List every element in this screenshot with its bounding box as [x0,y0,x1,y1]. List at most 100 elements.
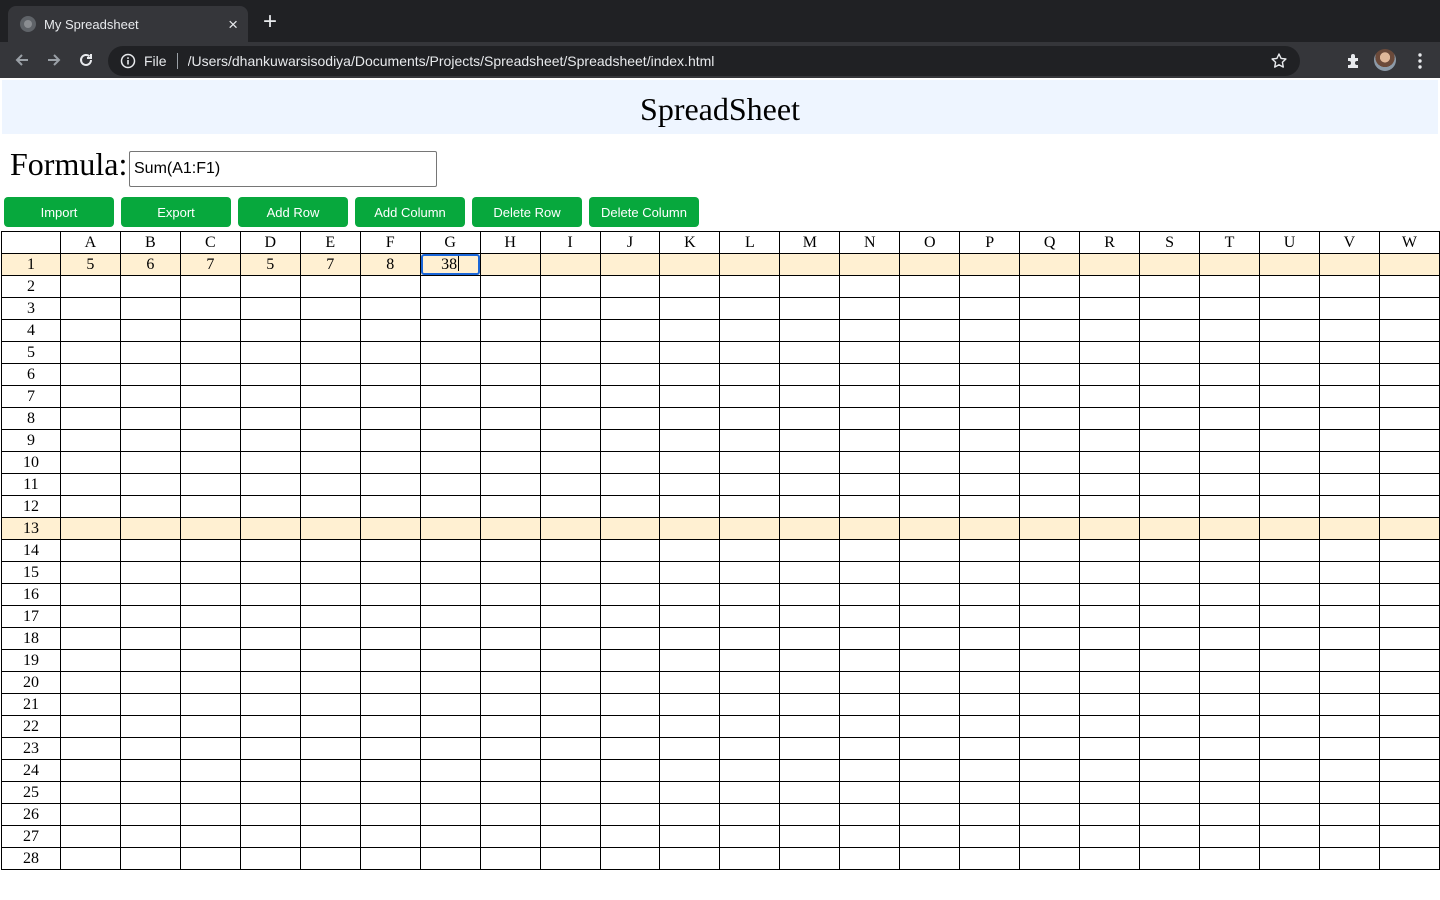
cell-w11[interactable] [1378,473,1440,496]
row-header[interactable]: 17 [1,605,61,628]
cell-u12[interactable] [1259,495,1320,518]
cell-o4[interactable] [899,319,961,342]
cell-n5[interactable] [839,341,901,364]
cell-a28[interactable] [59,847,121,870]
cell-a24[interactable] [59,759,121,782]
cell-d12[interactable] [239,495,301,518]
cell-k24[interactable] [659,759,721,782]
cell-c15[interactable] [179,561,241,584]
cell-t8[interactable] [1199,407,1261,430]
cell-v8[interactable] [1318,407,1380,430]
cell-u7[interactable] [1259,385,1320,408]
cell-m6[interactable] [779,363,841,386]
cell-i10[interactable] [539,451,601,474]
cell-g28[interactable] [419,847,481,870]
cell-j8[interactable] [599,407,661,430]
cell-u5[interactable] [1259,341,1320,364]
cell-d1[interactable]: 5 [239,253,301,276]
cell-h3[interactable] [479,297,541,320]
info-icon[interactable] [120,53,136,69]
cell-n27[interactable] [839,825,901,848]
cell-r13[interactable] [1079,517,1141,540]
cell-h19[interactable] [479,649,541,672]
cell-a11[interactable] [59,473,121,496]
cell-n13[interactable] [839,517,901,540]
cell-n7[interactable] [839,385,901,408]
cell-i26[interactable] [539,803,601,826]
cell-i18[interactable] [539,627,601,650]
cell-l24[interactable] [719,759,781,782]
cell-p21[interactable] [959,693,1021,716]
cell-f28[interactable] [359,847,421,870]
cell-g23[interactable] [419,737,481,760]
column-header-w[interactable]: W [1378,231,1440,254]
forward-button[interactable] [42,48,66,72]
row-header[interactable]: 26 [1,803,61,826]
cell-w5[interactable] [1378,341,1440,364]
cell-u28[interactable] [1259,847,1320,870]
column-header-d[interactable]: D [239,231,301,254]
cell-n18[interactable] [839,627,901,650]
cell-a2[interactable] [59,275,121,298]
cell-k8[interactable] [659,407,721,430]
cell-o11[interactable] [899,473,961,496]
cell-c7[interactable] [179,385,241,408]
cell-v13[interactable] [1318,517,1380,540]
cell-j13[interactable] [599,517,661,540]
cell-k21[interactable] [659,693,721,716]
row-header[interactable]: 24 [1,759,61,782]
cell-n23[interactable] [839,737,901,760]
cell-k20[interactable] [659,671,721,694]
cell-m8[interactable] [779,407,841,430]
cell-c2[interactable] [179,275,241,298]
cell-w15[interactable] [1378,561,1440,584]
cell-v17[interactable] [1318,605,1380,628]
cell-u4[interactable] [1259,319,1320,342]
cell-f8[interactable] [359,407,421,430]
cell-s12[interactable] [1139,495,1201,518]
column-header-l[interactable]: L [719,231,781,254]
cell-p1[interactable] [959,253,1021,276]
cell-w12[interactable] [1378,495,1440,518]
cell-p2[interactable] [959,275,1021,298]
cell-t24[interactable] [1199,759,1261,782]
cell-g11[interactable] [419,473,481,496]
cell-m4[interactable] [779,319,841,342]
cell-t7[interactable] [1199,385,1261,408]
cell-d28[interactable] [239,847,301,870]
cell-q26[interactable] [1019,803,1081,826]
cell-b3[interactable] [119,297,181,320]
cell-n2[interactable] [839,275,901,298]
cell-b16[interactable] [119,583,181,606]
cell-e3[interactable] [299,297,361,320]
cell-i23[interactable] [539,737,601,760]
reload-button[interactable] [74,48,98,72]
cell-g5[interactable] [419,341,481,364]
cell-q3[interactable] [1019,297,1081,320]
cell-k19[interactable] [659,649,721,672]
cell-b23[interactable] [119,737,181,760]
cell-b8[interactable] [119,407,181,430]
cell-v5[interactable] [1318,341,1380,364]
row-header[interactable]: 15 [1,561,61,584]
cell-d24[interactable] [239,759,301,782]
cell-o7[interactable] [899,385,961,408]
cell-g7[interactable] [419,385,481,408]
add-row-button[interactable]: Add Row [238,197,348,227]
cell-g16[interactable] [419,583,481,606]
column-header-u[interactable]: U [1259,231,1320,254]
row-header[interactable]: 28 [1,847,61,870]
cell-p28[interactable] [959,847,1021,870]
cell-b7[interactable] [119,385,181,408]
cell-o27[interactable] [899,825,961,848]
row-header[interactable]: 9 [1,429,61,452]
cell-a19[interactable] [59,649,121,672]
cell-t11[interactable] [1199,473,1261,496]
cell-p3[interactable] [959,297,1021,320]
cell-h2[interactable] [479,275,541,298]
cell-k3[interactable] [659,297,721,320]
cell-q12[interactable] [1019,495,1081,518]
cell-t20[interactable] [1199,671,1261,694]
cell-b1[interactable]: 6 [119,253,181,276]
cell-a17[interactable] [59,605,121,628]
